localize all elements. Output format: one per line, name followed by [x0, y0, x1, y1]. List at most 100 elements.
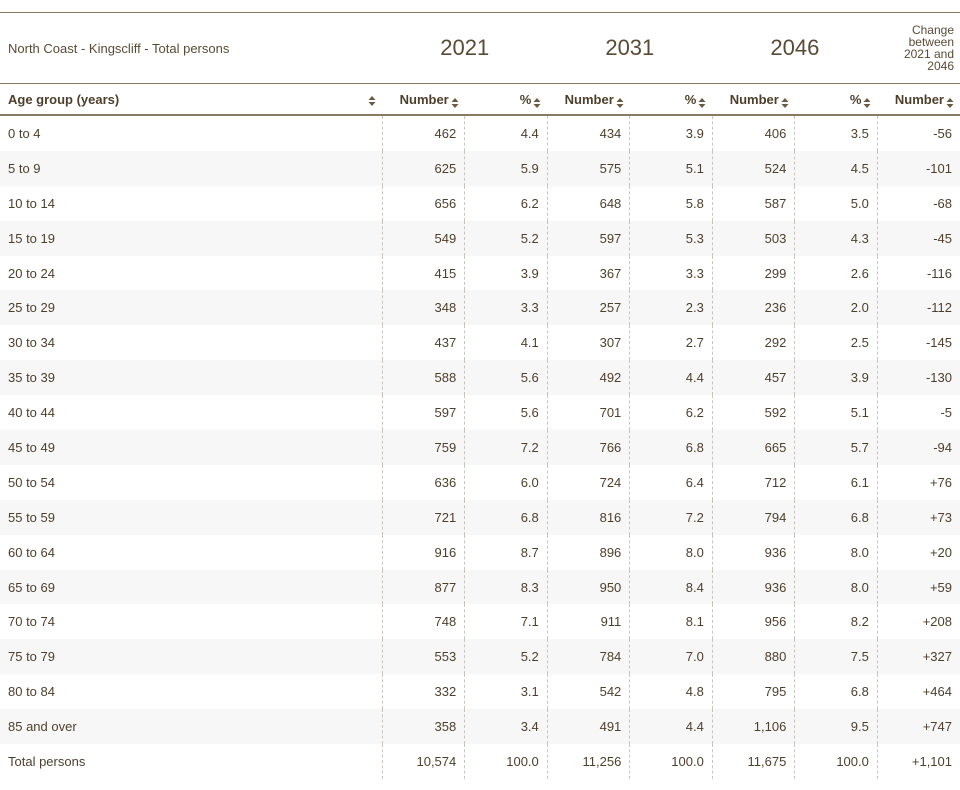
- table-row: 40 to 44 597 5.6 701 6.2 592 5.1 -5: [0, 395, 960, 431]
- change-header: Change between 2021 and 2046: [877, 12, 960, 84]
- percent-header-label: %: [849, 91, 862, 107]
- year-2021-header: 2021: [382, 12, 548, 84]
- sort-icon[interactable]: [863, 97, 871, 109]
- number-2021-cell: 348: [381, 290, 465, 326]
- number-2031-cell: 307: [546, 325, 630, 361]
- sort-icon[interactable]: [533, 97, 541, 109]
- number-header-label: Number: [729, 91, 779, 107]
- percent-2046-cell: 5.7: [794, 430, 878, 465]
- number-2021-cell: 636: [381, 464, 465, 500]
- percent-2031-cell: 3.9: [629, 115, 713, 151]
- table-header-row: North Coast - Kingscliff - Total persons…: [0, 12, 960, 84]
- table-row: 75 to 79 553 5.2 784 7.0 880 7.5 +327: [0, 639, 960, 675]
- table-row: 65 to 69 877 8.3 950 8.4 936 8.0 +59: [0, 569, 960, 605]
- percent-2021-cell: 5.2: [464, 639, 548, 675]
- percent-2021-cell: 7.1: [464, 604, 548, 640]
- percent-2031-cell: 6.8: [629, 430, 713, 465]
- number-2021-cell: 877: [381, 569, 465, 605]
- table-row: 70 to 74 748 7.1 911 8.1 956 8.2 +208: [0, 604, 960, 640]
- percent-2031-cell: 2.7: [629, 325, 713, 361]
- age-group-cell: 25 to 29: [0, 290, 383, 326]
- sort-icon[interactable]: [781, 97, 789, 109]
- age-group-column-header[interactable]: Age group (years): [0, 83, 383, 116]
- percent-2021-cell: 3.3: [464, 290, 548, 326]
- percent-2046-cell: 2.5: [794, 325, 878, 361]
- change-number-column-header[interactable]: Number: [877, 83, 960, 116]
- change-number-cell: +20: [876, 534, 960, 570]
- number-2031-cell: 434: [546, 115, 630, 151]
- number-2046-cell: 406: [711, 115, 795, 151]
- number-2031-cell: 784: [546, 639, 630, 675]
- table-row: Total persons 10,574 100.0 11,256 100.0 11,67…: [0, 744, 960, 779]
- age-group-cell: 40 to 44: [8, 405, 55, 421]
- age-group-cell: 0 to 4: [8, 125, 41, 141]
- percent-2031-cell: 3.3: [629, 255, 713, 291]
- percent-2021-cell: 3.9: [464, 255, 548, 291]
- number-2021-cell: 597: [381, 395, 465, 431]
- table-row: 5 to 9 625 5.9 575 5.1 524 4.5 -101: [0, 150, 960, 186]
- percent-2021-column-header[interactable]: %: [464, 83, 548, 116]
- percent-2031-column-header[interactable]: %: [629, 83, 713, 116]
- population-table: North Coast - Kingscliff - Total persons…: [0, 12, 960, 779]
- percent-2046-column-header[interactable]: %: [794, 83, 878, 116]
- change-number-cell: -101: [876, 150, 960, 186]
- table-row: 0 to 4 462 4.4 434 3.9 406 3.5 -56: [0, 115, 960, 151]
- age-group-cell: 5 to 9: [0, 150, 383, 186]
- number-2021-cell: 549: [381, 220, 465, 256]
- number-2046-cell: 11,675: [711, 744, 795, 779]
- number-2046-cell: 592: [711, 395, 795, 431]
- number-2021-cell: 462: [381, 115, 465, 151]
- number-2021-cell: 625: [381, 150, 465, 186]
- percent-2046-cell: 4.3: [794, 220, 878, 256]
- percent-2046-cell: 5.0: [794, 185, 878, 221]
- change-number-cell: -130: [876, 360, 960, 396]
- percent-2021-cell: 5.6: [464, 395, 548, 431]
- number-2031-cell: 542: [546, 674, 630, 710]
- percent-2046-cell: 5.1: [794, 395, 878, 431]
- age-group-cell: 80 to 84: [8, 684, 55, 700]
- percent-2021-cell: 4.1: [464, 325, 548, 361]
- number-2031-cell: 911: [546, 604, 630, 640]
- number-2031-cell: 950: [546, 569, 630, 605]
- sort-icon[interactable]: [451, 97, 459, 109]
- number-2046-cell: 299: [711, 255, 795, 291]
- percent-2046-cell: 6.1: [794, 464, 878, 500]
- percent-2031-cell: 6.2: [629, 395, 713, 431]
- percent-2021-cell: 4.4: [464, 115, 548, 151]
- sort-icon[interactable]: [368, 95, 376, 107]
- number-2031-cell: 724: [546, 464, 630, 500]
- sort-icon[interactable]: [946, 97, 954, 109]
- number-2031-cell: 597: [546, 220, 630, 256]
- percent-2021-cell: 3.4: [464, 709, 548, 745]
- age-group-cell: 70 to 74: [8, 614, 55, 630]
- number-header-label: Number: [399, 91, 449, 107]
- percent-2046-cell: 8.0: [794, 534, 878, 570]
- change-number-header-label: Number: [894, 91, 944, 107]
- percent-2021-cell: 7.2: [464, 430, 548, 465]
- percent-header-label: %: [519, 91, 532, 107]
- number-2046-cell: 1,106: [711, 709, 795, 745]
- age-group-cell: 65 to 69: [0, 569, 383, 605]
- percent-2046-cell: 100.0: [794, 744, 878, 779]
- number-2021-cell: 10,574: [381, 744, 465, 779]
- sort-icon[interactable]: [616, 97, 624, 109]
- number-2021-cell: 916: [381, 534, 465, 570]
- number-2046-column-header[interactable]: Number: [712, 83, 795, 116]
- percent-2031-cell: 8.1: [629, 604, 713, 640]
- year-2031-header: 2031: [547, 12, 713, 84]
- number-2021-cell: 759: [381, 430, 465, 465]
- number-2031-column-header[interactable]: Number: [547, 83, 630, 116]
- sort-icon[interactable]: [698, 97, 706, 109]
- number-2046-cell: 880: [711, 639, 795, 675]
- table-row: 50 to 54 636 6.0 724 6.4 712 6.1 +76: [0, 464, 960, 500]
- age-group-cell: 10 to 14: [8, 195, 55, 211]
- number-header-label: Number: [564, 91, 614, 107]
- table-row: 25 to 29 348 3.3 257 2.3 236 2.0 -112: [0, 290, 960, 326]
- number-2021-column-header[interactable]: Number: [382, 83, 465, 116]
- table-row: 10 to 14 656 6.2 648 5.8 587 5.0 -68: [0, 185, 960, 221]
- percent-header-label: %: [684, 91, 697, 107]
- number-2046-cell: 292: [711, 325, 795, 361]
- age-group-cell: 15 to 19: [0, 220, 383, 256]
- number-2046-cell: 936: [711, 569, 795, 605]
- change-number-cell: +208: [876, 604, 960, 640]
